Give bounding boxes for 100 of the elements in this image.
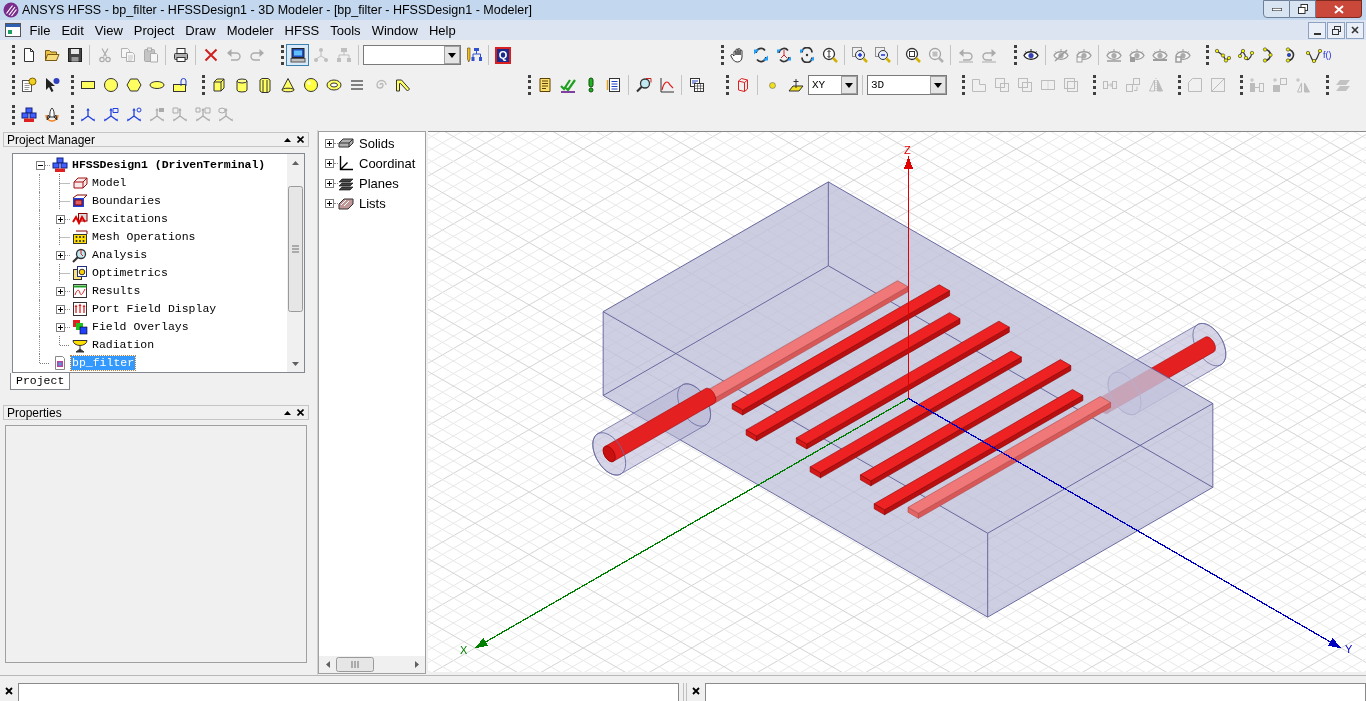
plus-box-icon[interactable] [55, 250, 65, 260]
tree-item[interactable]: Planes [359, 176, 399, 190]
toolbar-grip[interactable] [71, 105, 74, 125]
tree-item[interactable]: Solids [359, 136, 395, 150]
toolbar-grip[interactable] [12, 45, 15, 65]
close-button[interactable] [1346, 21, 1364, 39]
plane-dropdown[interactable]: XY [808, 75, 858, 95]
box-icon [210, 77, 227, 93]
magnifier-icon [72, 247, 88, 263]
tab[interactable]: Project [10, 373, 71, 390]
toolbar-grip[interactable] [528, 75, 531, 95]
menu-item[interactable]: Project [128, 23, 180, 37]
toolbar-grip[interactable] [71, 75, 74, 95]
menu-item[interactable]: Edit [55, 23, 90, 37]
plus-box-icon[interactable] [55, 322, 65, 332]
select-mode-button[interactable] [286, 44, 309, 66]
tree-item[interactable]: Field Overlays [91, 320, 190, 334]
toolbar-grip[interactable] [1093, 75, 1096, 95]
horizontal-scrollbar[interactable] [319, 656, 425, 673]
zoom-in-icon [851, 47, 868, 63]
view-mode-dropdown[interactable]: 3D [867, 75, 947, 95]
tree-item[interactable]: Model [91, 176, 128, 190]
minimize-button[interactable] [1308, 21, 1326, 39]
scrollbar-thumb[interactable] [288, 186, 303, 312]
scroll-right-icon[interactable] [414, 661, 419, 668]
menu-item[interactable]: Window [366, 23, 424, 37]
monitor-icon [289, 47, 306, 63]
chart-page-icon [72, 283, 88, 299]
tree-item[interactable]: Port Field Display [91, 302, 218, 316]
tree-item[interactable]: Boundaries [91, 194, 162, 208]
tree-item[interactable]: Coordinat [359, 156, 416, 170]
menu-item[interactable]: Help [423, 23, 462, 37]
close-icon[interactable] [692, 687, 700, 695]
toolbar-grip[interactable] [726, 75, 729, 95]
menu-item[interactable]: File [24, 23, 56, 37]
scrollbar-thumb[interactable] [336, 657, 374, 672]
delete-icon [202, 47, 219, 63]
tree-item[interactable]: Analysis [91, 248, 149, 262]
plus-box-icon[interactable] [55, 214, 65, 224]
move-icon [1248, 77, 1265, 93]
scroll-up-icon[interactable] [292, 160, 299, 165]
menu-item[interactable]: Modeler [221, 23, 280, 37]
tree-item[interactable]: Lists [359, 196, 386, 210]
fork-icon [335, 47, 352, 63]
menu-item[interactable]: Draw [179, 23, 222, 37]
close-icon[interactable] [5, 687, 13, 695]
toolbar-grip[interactable] [962, 75, 965, 95]
toolbar-grip[interactable] [12, 75, 15, 95]
restore-button[interactable] [1327, 21, 1345, 39]
tree-item[interactable]: HFSSDesign1 (DrivenTerminal) [71, 158, 267, 172]
caret-up-icon[interactable] [284, 137, 291, 142]
q-button[interactable]: Q [495, 46, 511, 64]
zoom-arrows-icon [821, 47, 838, 63]
caret-icon [930, 76, 946, 94]
toolbar-grip[interactable] [721, 45, 724, 65]
toolbar-grip[interactable] [1206, 45, 1209, 65]
tree-item[interactable]: Mesh Operations [91, 230, 197, 244]
close-icon[interactable] [297, 409, 304, 416]
vertical-scrollbar[interactable] [287, 154, 304, 372]
dropdown-field[interactable] [363, 45, 461, 65]
spline-icon [1237, 47, 1254, 63]
plus-box-icon[interactable] [55, 286, 65, 296]
menu-item[interactable]: HFSS [279, 23, 325, 37]
equation-curve-button[interactable]: f() [1303, 44, 1335, 66]
minus-box-icon[interactable] [35, 160, 45, 170]
menu-item[interactable]: View [89, 23, 129, 37]
document-icon [605, 77, 622, 93]
close-button[interactable] [1316, 0, 1362, 18]
stacked-squares-icon [72, 319, 88, 335]
tree-item[interactable]: Radiation [91, 338, 156, 352]
plane-icon [787, 77, 804, 93]
toolbar-grip[interactable] [1326, 75, 1329, 95]
branch-icon [312, 47, 329, 63]
redo-icon [980, 47, 997, 63]
scroll-left-icon[interactable] [325, 661, 330, 668]
toolbar-grip[interactable] [1178, 75, 1181, 95]
caret-up-icon[interactable] [284, 410, 291, 415]
toolbar-grip[interactable] [12, 105, 15, 125]
bondwire-icon [394, 77, 411, 93]
axis-rotate-icon [775, 47, 792, 63]
boundary-icon [72, 193, 88, 209]
tree-item[interactable]: Excitations [91, 212, 169, 226]
plus-box-icon[interactable] [325, 158, 334, 168]
toolbar-grip[interactable] [1014, 45, 1017, 65]
menu-item[interactable]: Tools [324, 23, 367, 37]
close-icon[interactable] [297, 136, 304, 143]
tree-chart-icon [465, 47, 482, 63]
toolbar-grip[interactable] [202, 75, 205, 95]
plus-box-icon[interactable] [55, 304, 65, 314]
restore-button[interactable] [1290, 0, 1316, 18]
plus-box-icon[interactable] [325, 138, 334, 148]
cube-axes-icon [217, 107, 234, 123]
modeler-viewport[interactable]: Z X Y [428, 131, 1366, 672]
scroll-down-icon[interactable] [292, 361, 299, 366]
plus-box-icon[interactable] [325, 198, 334, 208]
torus-icon [325, 77, 342, 93]
tree-item[interactable]: Optimetrics [91, 266, 169, 280]
tree-item[interactable]: Results [91, 284, 142, 298]
toolbar-grip[interactable] [1240, 75, 1243, 95]
plus-box-icon[interactable] [325, 178, 334, 188]
